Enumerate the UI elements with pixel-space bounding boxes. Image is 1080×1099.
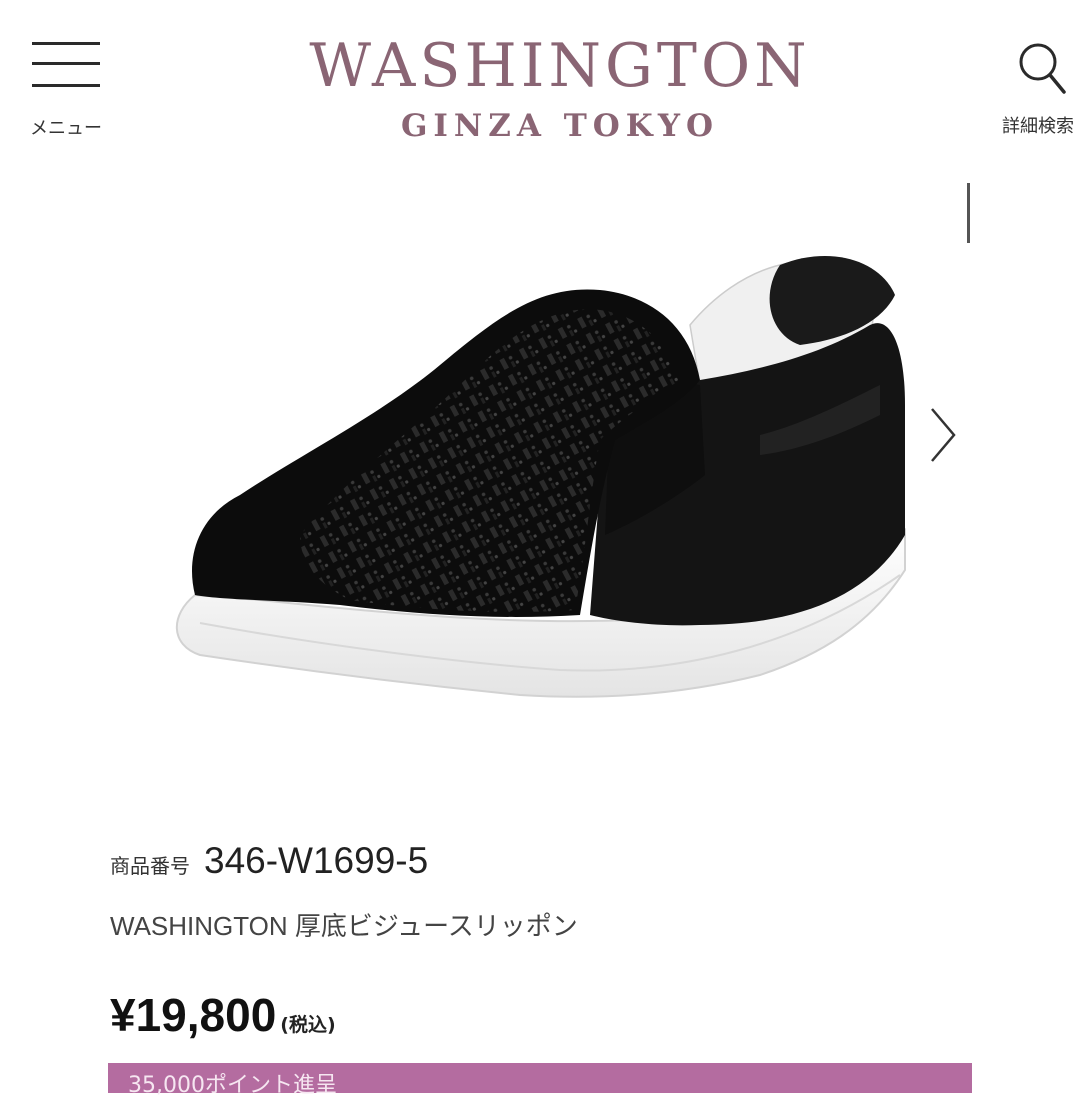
hamburger-icon-bar (32, 42, 100, 45)
product-code: 346-W1699-5 (204, 840, 429, 881)
menu-button[interactable]: メニュー (24, 38, 108, 139)
logo-main-text: WASHINGTON (309, 31, 811, 101)
product-image-carousel[interactable] (0, 175, 1080, 815)
product-name: WASHINGTON 厚底ビジュースリッポン (110, 911, 578, 941)
points-text: 35,000ポイント進呈 (128, 1073, 337, 1098)
brand-logo[interactable]: WASHINGTON GINZA TOKYO (280, 30, 840, 144)
tax-note: (税込) (280, 1014, 336, 1036)
points-banner: 35,000ポイント進呈 (108, 1063, 972, 1098)
product-price: ¥19,800 (110, 989, 277, 1041)
hamburger-icon-bar (32, 84, 100, 87)
search-icon (1019, 43, 1066, 94)
header: メニュー WASHINGTON GINZA TOKYO 詳細検索 (0, 0, 1080, 170)
menu-label: メニュー (30, 118, 102, 139)
product-image (175, 256, 906, 698)
hamburger-icon-bar (32, 62, 100, 65)
detail-search-button[interactable]: 詳細検索 (1000, 38, 1080, 148)
price-row: ¥19,800 (税込) (110, 988, 336, 1042)
chevron-right-icon (931, 408, 956, 462)
carousel-next-button[interactable] (924, 395, 964, 475)
product-code-label: 商品番号 (110, 854, 190, 878)
product-code-row: 商品番号 346-W1699-5 (110, 840, 428, 882)
search-label: 詳細検索 (1002, 116, 1074, 137)
logo-sub-text: GINZA TOKYO (400, 108, 720, 144)
